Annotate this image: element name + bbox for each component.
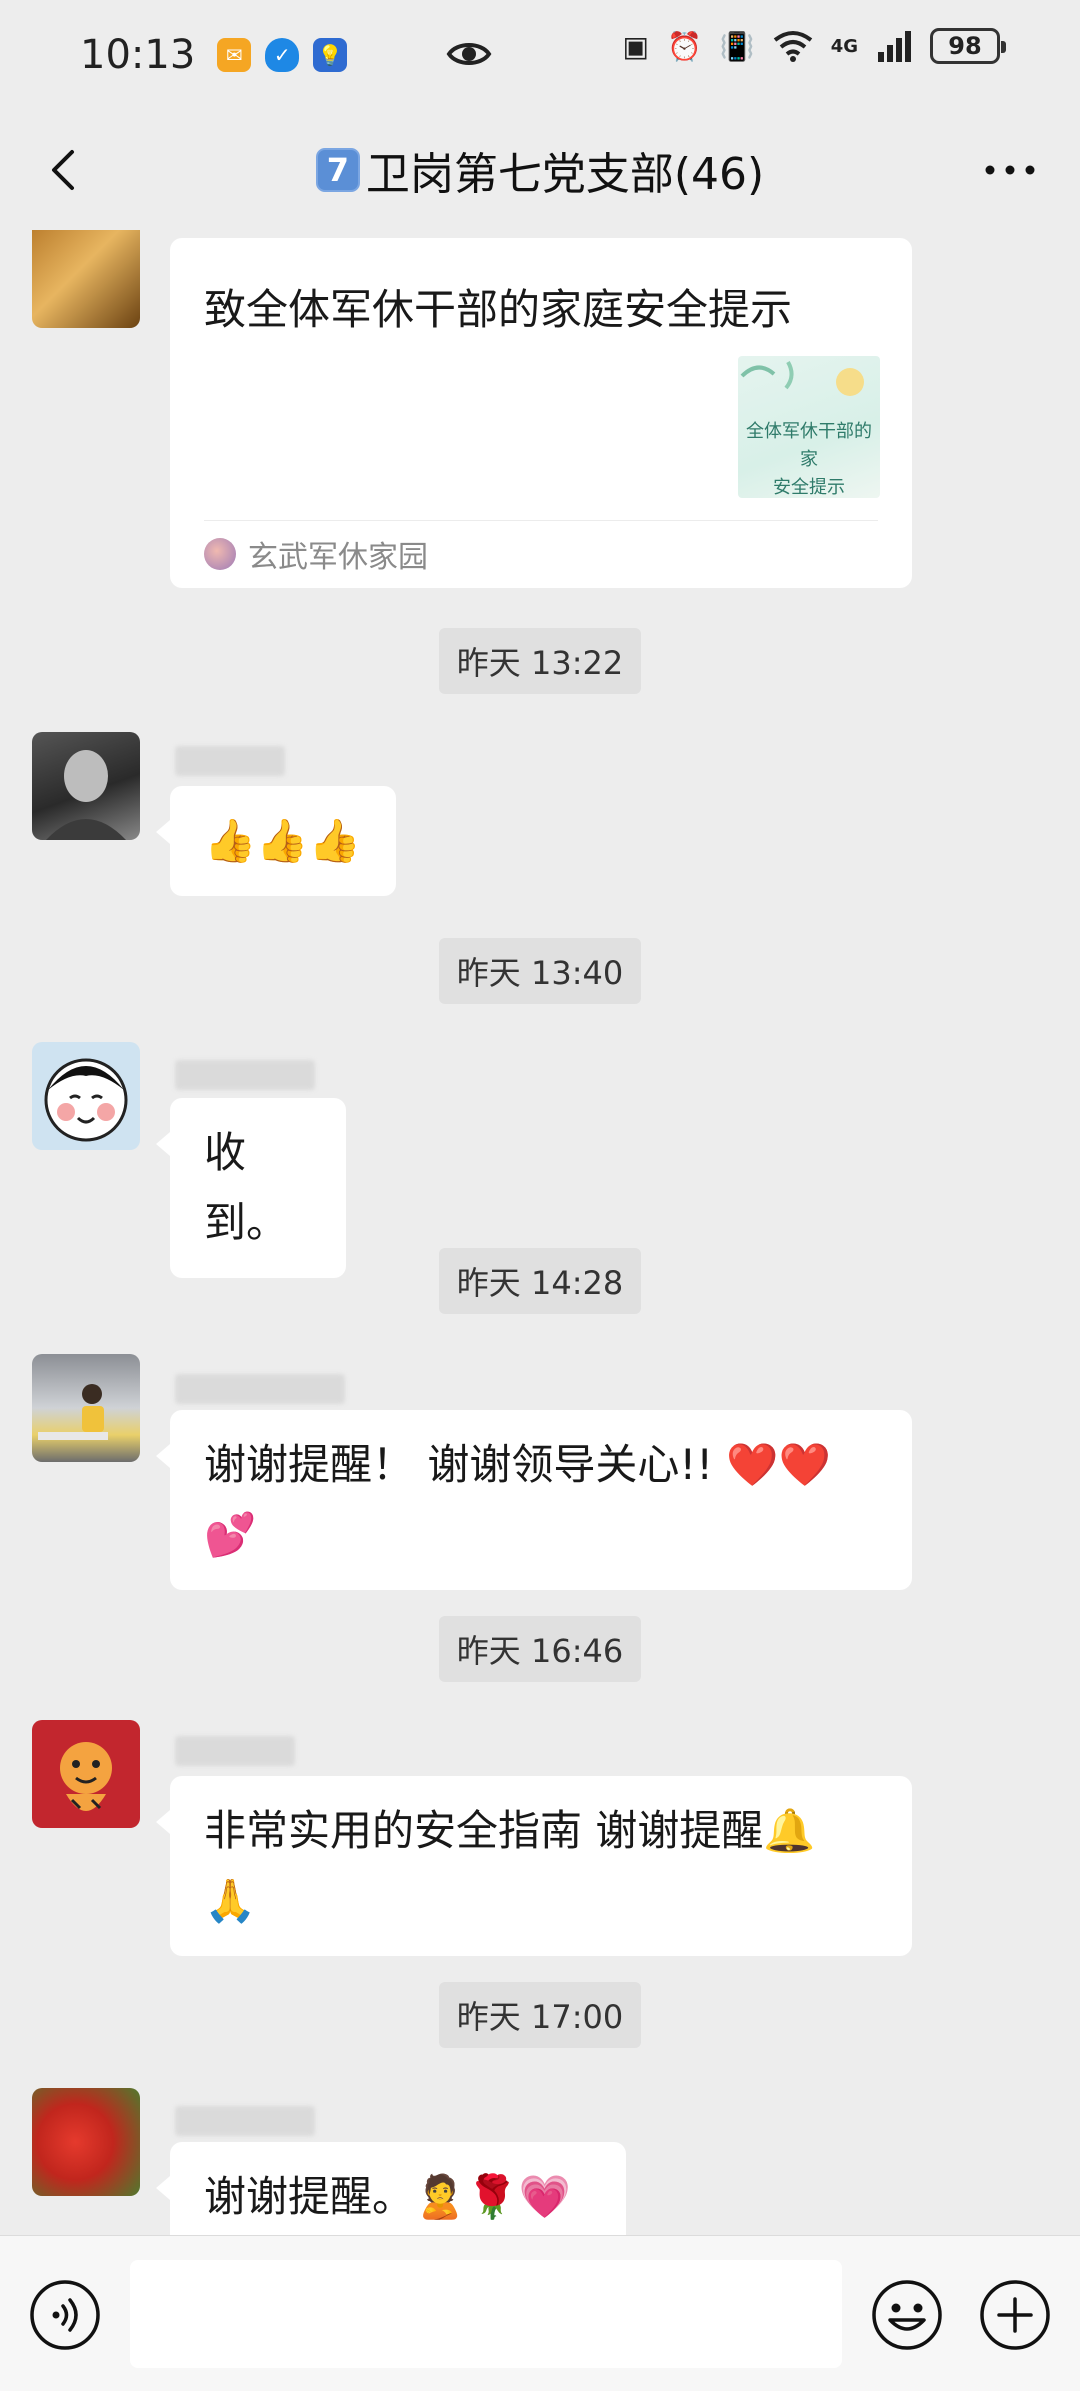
wifi-icon bbox=[773, 31, 812, 62]
message-text: 谢谢提醒。🙎🌹💗 bbox=[204, 2172, 571, 2221]
avatar[interactable] bbox=[32, 230, 140, 328]
message-text-line-2: 🙏 bbox=[204, 1876, 257, 1925]
timestamp: 昨天 17:00 bbox=[0, 1982, 1080, 2048]
card-source-name: 玄武军休家园 bbox=[248, 540, 428, 575]
timestamp: 昨天 16:46 bbox=[0, 1616, 1080, 1682]
sender-name-blurred bbox=[175, 1736, 295, 1766]
shield-notification-icon: ✓ bbox=[265, 38, 300, 72]
link-card[interactable]: 致全体军休干部的家庭安全提示 全体军休干部的家 安全提示 玄武军休家园 bbox=[170, 238, 912, 588]
sender-name-blurred bbox=[175, 2106, 315, 2136]
avatar[interactable] bbox=[32, 732, 140, 840]
status-time: 10:13 bbox=[80, 32, 196, 78]
title-badge: 7 bbox=[315, 148, 360, 192]
timestamp-label: 昨天 13:22 bbox=[438, 628, 642, 694]
signal-icon bbox=[878, 31, 911, 62]
cartoon-face-icon bbox=[44, 1058, 128, 1142]
timestamp-label: 昨天 13:40 bbox=[438, 938, 642, 1004]
message-text-line-1: 谢谢提醒！ 谢谢领导关心!! ❤️❤️ bbox=[204, 1440, 831, 1489]
mail-notification-icon: ✉ bbox=[217, 38, 252, 72]
timestamp: 昨天 14:28 bbox=[0, 1248, 1080, 1314]
source-logo-icon bbox=[204, 538, 236, 570]
notification-icons: ✉ ✓ 💡 bbox=[217, 38, 348, 72]
chat-header: 7 卫岗第七党支部(46) bbox=[0, 110, 1080, 230]
status-bar: 10:13 ✉ ✓ 💡 ▣ ⏰ 📳 4G 98 bbox=[0, 0, 1080, 110]
alarm-icon: ⏰ bbox=[666, 29, 702, 63]
timestamp-label: 昨天 14:28 bbox=[438, 1248, 642, 1314]
message-list[interactable]: 致全体军休干部的家庭安全提示 全体军休干部的家 安全提示 玄武军休家园 昨天 1… bbox=[0, 230, 1080, 2235]
battery-indicator: 98 bbox=[930, 28, 1006, 64]
avatar[interactable] bbox=[32, 1720, 140, 1828]
plus-icon[interactable] bbox=[978, 2278, 1052, 2352]
system-icons: ▣ ⏰ 📳 4G 98 bbox=[622, 28, 1006, 64]
title-text: 卫岗第七党支部(46) bbox=[365, 149, 765, 200]
avatar-photo-icon bbox=[38, 1384, 108, 1440]
message-text: 收到。 bbox=[204, 1128, 289, 1247]
avatar[interactable] bbox=[32, 2088, 140, 2196]
more-icon[interactable] bbox=[980, 150, 1040, 190]
message-bubble[interactable]: 👍👍👍 bbox=[156, 786, 396, 896]
bulb-notification-icon: 💡 bbox=[313, 38, 348, 72]
voice-icon[interactable] bbox=[28, 2278, 102, 2352]
card-divider bbox=[204, 520, 878, 521]
card-thumbnail: 全体军休干部的家 安全提示 bbox=[738, 356, 880, 498]
avatar[interactable] bbox=[32, 1042, 140, 1150]
emoji-icon[interactable] bbox=[870, 2278, 944, 2352]
sender-name-blurred bbox=[175, 1060, 315, 1090]
sender-name-blurred bbox=[175, 746, 285, 776]
card-title: 致全体军休干部的家庭安全提示 bbox=[204, 285, 793, 334]
message-bubble[interactable]: 非常实用的安全指南 谢谢提醒🔔 🙏 bbox=[156, 1776, 912, 1956]
eye-icon bbox=[446, 43, 492, 65]
chat-title: 7 卫岗第七党支部(46) bbox=[315, 138, 765, 202]
card-source: 玄武军休家园 bbox=[204, 532, 428, 576]
tiger-avatar-icon bbox=[60, 1742, 112, 1811]
nfc-icon: ▣ bbox=[622, 29, 649, 63]
message-bubble[interactable]: 谢谢提醒。🙎🌹💗 bbox=[156, 2142, 626, 2235]
vibrate-icon: 📳 bbox=[719, 29, 755, 63]
back-arrow-icon[interactable] bbox=[38, 142, 94, 198]
card-thumb-text: 全体军休干部的家 安全提示 bbox=[738, 418, 880, 498]
message-text: 👍👍👍 bbox=[204, 816, 361, 865]
message-text-line-2: 💕 bbox=[204, 1510, 257, 1559]
message-bubble[interactable]: 谢谢提醒！ 谢谢领导关心!! ❤️❤️ 💕 bbox=[156, 1410, 912, 1590]
message-input[interactable] bbox=[130, 2260, 842, 2368]
input-bar bbox=[0, 2235, 1080, 2391]
card-thumb-line-2: 安全提示 bbox=[773, 477, 845, 498]
avatar-portrait-icon bbox=[46, 750, 126, 840]
sender-name-blurred bbox=[175, 1374, 345, 1404]
card-thumb-line-1: 全体军休干部的家 bbox=[746, 421, 872, 470]
timestamp: 昨天 13:40 bbox=[0, 938, 1080, 1004]
message-text-line-1: 非常实用的安全指南 谢谢提醒🔔 bbox=[204, 1806, 816, 1855]
avatar[interactable] bbox=[32, 1354, 140, 1462]
timestamp-label: 昨天 17:00 bbox=[438, 1982, 642, 2048]
network-label: 4G bbox=[830, 35, 858, 57]
timestamp-label: 昨天 16:46 bbox=[438, 1616, 642, 1682]
timestamp: 昨天 13:22 bbox=[0, 628, 1080, 694]
